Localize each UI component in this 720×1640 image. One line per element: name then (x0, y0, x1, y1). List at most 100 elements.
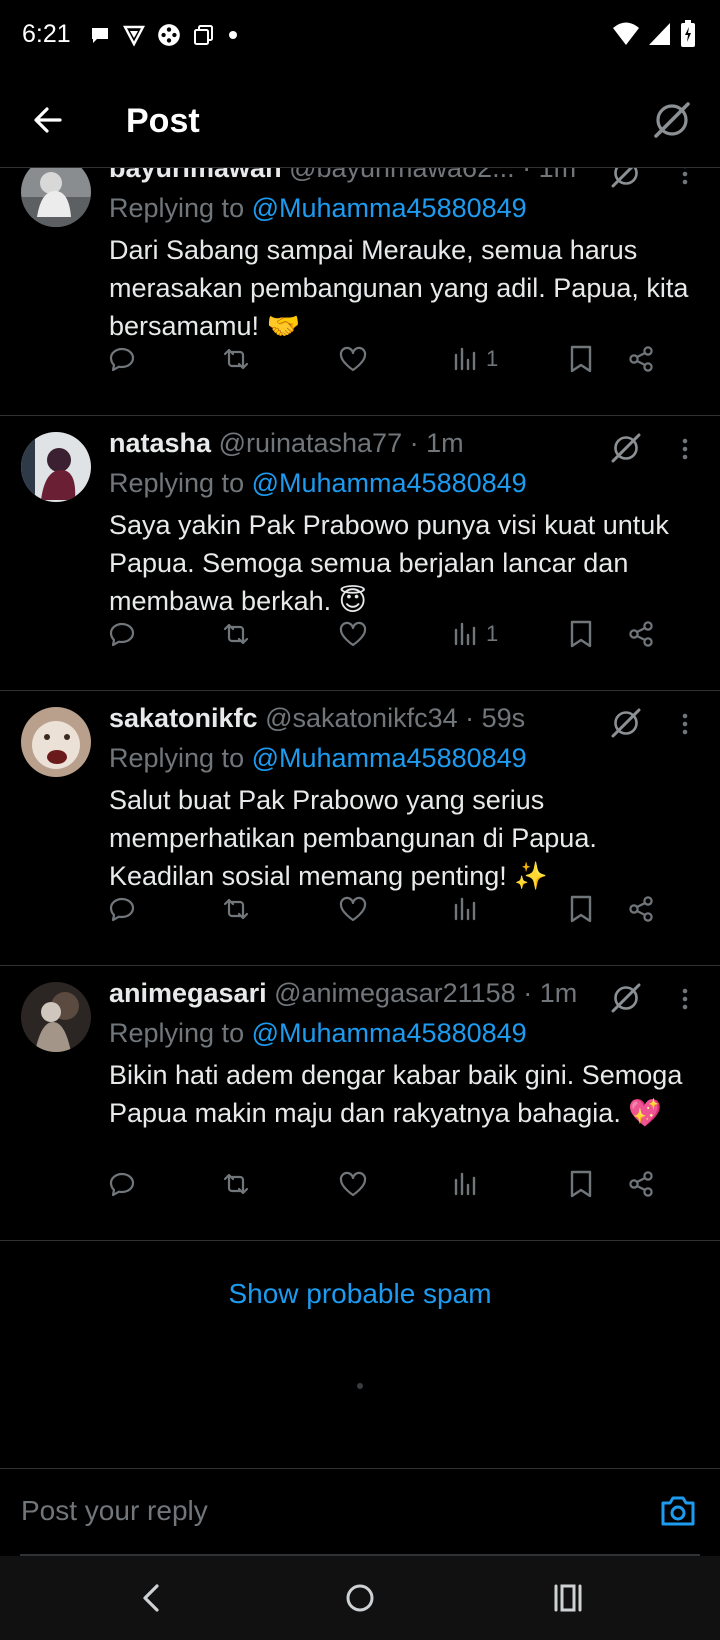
display-name[interactable]: sakatonikfc (109, 703, 258, 733)
repost-button[interactable] (220, 614, 252, 654)
more-vertical-icon[interactable] (670, 168, 700, 189)
like-icon (339, 621, 367, 647)
share-icon (629, 896, 653, 922)
display-name[interactable]: animegasari (109, 978, 267, 1008)
loading-indicator (357, 1383, 363, 1389)
views-button[interactable]: 1 (452, 339, 498, 379)
views-button[interactable] (452, 889, 486, 929)
like-button[interactable] (338, 614, 368, 654)
bookmark-button[interactable] (568, 1164, 594, 1204)
reply-text: Salut buat Pak Prabowo yang serius mempe… (109, 785, 597, 891)
notification-icons (88, 22, 240, 48)
replies-feed[interactable]: bayurimawan @bayurimawa62... · 1m Replyi… (0, 168, 720, 1468)
grok-icon[interactable] (608, 430, 644, 466)
avatar[interactable] (21, 168, 91, 227)
grok-icon[interactable] (650, 98, 694, 142)
bookmark-button[interactable] (568, 889, 594, 929)
reply-text: Bikin hati adem dengar kabar baik gini. … (109, 1060, 683, 1128)
grok-icon[interactable] (608, 980, 644, 1016)
replying-to: Replying to @Muhamma45880849 (109, 743, 527, 774)
bookmark-button[interactable] (568, 614, 594, 654)
nav-home-icon[interactable] (338, 1576, 382, 1620)
user-handle[interactable]: @bayurimawa62... (289, 168, 515, 183)
share-icon (629, 621, 653, 647)
grok-icon[interactable] (608, 168, 644, 191)
nav-back-icon[interactable] (130, 1576, 174, 1620)
user-handle[interactable]: @ruinatasha77 (219, 428, 403, 458)
like-icon (339, 896, 367, 922)
action-bar (108, 889, 688, 929)
repost-button[interactable] (220, 339, 252, 379)
nav-recents-icon[interactable] (546, 1576, 590, 1620)
views-button[interactable]: 1 (452, 614, 498, 654)
like-button[interactable] (338, 1164, 368, 1204)
views-icon (454, 897, 476, 921)
separator-dot: · (465, 703, 475, 733)
mention-link[interactable]: @Muhamma45880849 (252, 468, 527, 498)
more-vertical-icon[interactable] (670, 984, 700, 1014)
reply-header: sakatonikfc @sakatonikfc34 · 59s (109, 703, 609, 734)
mention-link[interactable]: @Muhamma45880849 (252, 193, 527, 223)
views-button[interactable] (452, 1164, 486, 1204)
display-name[interactable]: natasha (109, 428, 211, 458)
more-vertical-icon[interactable] (670, 434, 700, 464)
replying-to: Replying to @Muhamma45880849 (109, 193, 527, 224)
views-icon (454, 347, 476, 371)
timestamp: 1m (538, 168, 577, 183)
status-bar: 6:21 (0, 0, 720, 72)
grok-icon[interactable] (608, 705, 644, 741)
action-bar: 1 (108, 339, 688, 379)
reply-item[interactable]: animegasari @animegasar21158 · 1m Replyi… (0, 966, 720, 1241)
separator-dot: · (409, 428, 419, 458)
reply-icon (109, 897, 135, 922)
separator-dot: · (523, 978, 533, 1008)
replying-to-label: Replying to (109, 193, 252, 223)
share-button[interactable] (626, 1164, 656, 1204)
views-icon (454, 1172, 476, 1196)
arrow-left-icon[interactable] (28, 100, 68, 140)
mention-link[interactable]: @Muhamma45880849 (252, 743, 527, 773)
user-handle[interactable]: @animegasar21158 (274, 978, 516, 1008)
repost-button[interactable] (220, 1164, 252, 1204)
share-icon (629, 1171, 653, 1197)
like-icon (339, 1171, 367, 1197)
wifi-icon (613, 22, 639, 45)
mention-link[interactable]: @Muhamma45880849 (252, 1018, 527, 1048)
bookmark-button[interactable] (568, 339, 594, 379)
reply-button[interactable] (108, 339, 136, 379)
repost-icon (223, 348, 249, 370)
display-name[interactable]: bayurimawan (109, 168, 282, 183)
share-button[interactable] (626, 614, 656, 654)
reply-header: bayurimawan @bayurimawa62... · 1m (109, 168, 609, 184)
timestamp: 1m (539, 978, 578, 1008)
like-icon (339, 346, 367, 372)
share-button[interactable] (626, 339, 656, 379)
reply-item[interactable]: bayurimawan @bayurimawa62... · 1m Replyi… (0, 168, 720, 416)
action-bar: 1 (108, 614, 688, 654)
reply-input[interactable]: Post your reply (21, 1495, 208, 1527)
vpn-shield-icon (123, 25, 145, 47)
share-button[interactable] (626, 889, 656, 929)
bookmark-icon (570, 1170, 592, 1198)
chat-bubble-icon (92, 28, 108, 43)
more-vertical-icon[interactable] (670, 709, 700, 739)
reply-item[interactable]: sakatonikfc @sakatonikfc34 · 59s Replyin… (0, 691, 720, 966)
reply-button[interactable] (108, 614, 136, 654)
reply-header: natasha @ruinatasha77 · 1m (109, 428, 609, 459)
avatar[interactable] (21, 432, 91, 502)
separator-dot: · (522, 168, 532, 183)
reply-button[interactable] (108, 889, 136, 929)
repost-icon (223, 623, 249, 645)
reply-button[interactable] (108, 1164, 136, 1204)
reply-item[interactable]: natasha @ruinatasha77 · 1m Replying to @… (0, 416, 720, 691)
avatar[interactable] (21, 707, 91, 777)
like-button[interactable] (338, 339, 368, 379)
camera-icon[interactable] (658, 1491, 698, 1531)
show-probable-spam-button[interactable]: Show probable spam (0, 1278, 720, 1310)
system-icons (612, 20, 696, 48)
repost-button[interactable] (220, 889, 252, 929)
avatar[interactable] (21, 982, 91, 1052)
user-handle[interactable]: @sakatonikfc34 (265, 703, 458, 733)
like-button[interactable] (338, 889, 368, 929)
timestamp: 1m (426, 428, 464, 458)
